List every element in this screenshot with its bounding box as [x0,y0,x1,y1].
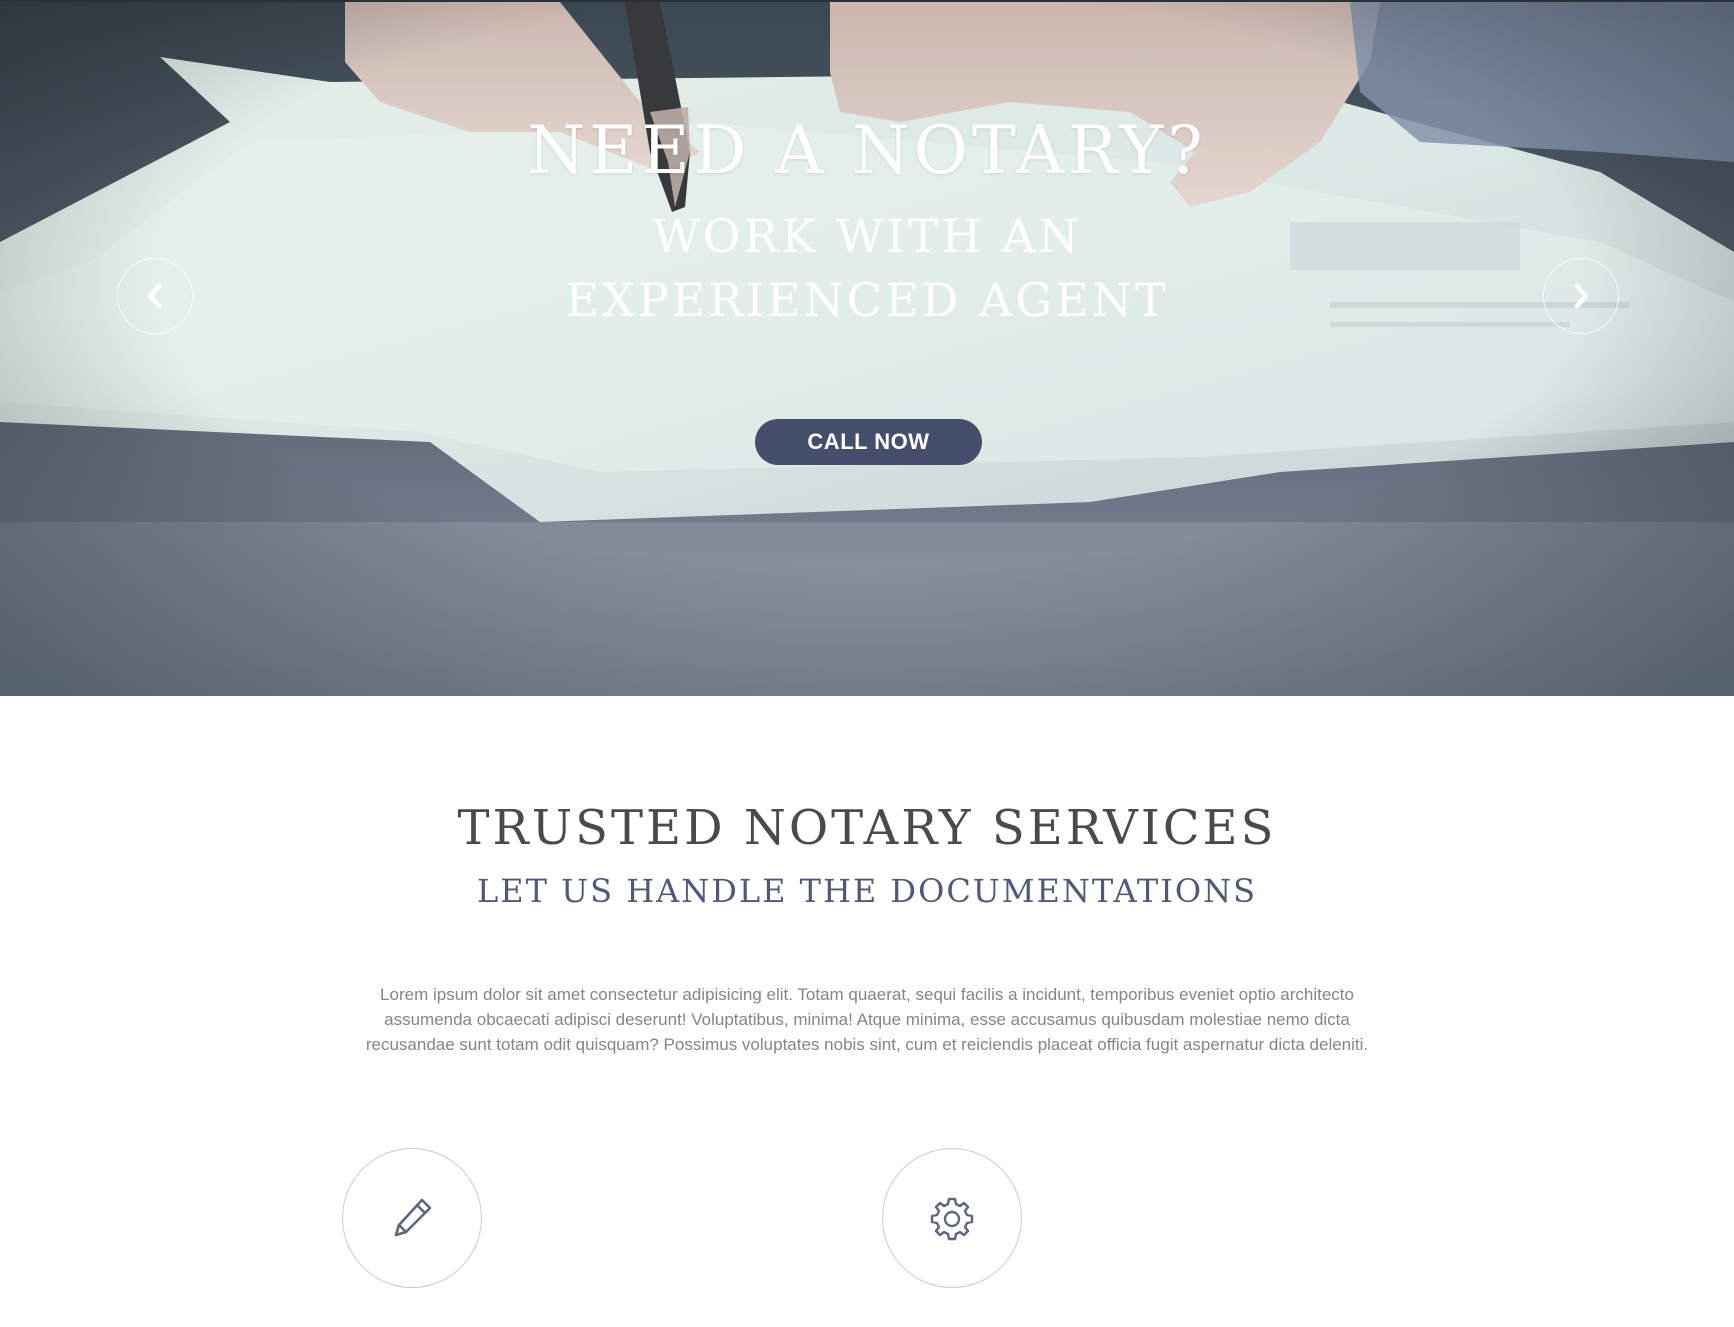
chevron-right-icon [1574,283,1589,309]
chevron-left-icon [147,283,162,309]
slider-prev-button[interactable] [117,258,193,334]
gear-icon [930,1197,974,1241]
services-subtitle: LET US HANDLE THE DOCUMENTATIONS [477,872,1257,910]
hero-slider: NEED A NOTARY? WORK WITH AN EXPERIENCED … [0,0,1734,696]
call-now-button[interactable]: CALL NOW [755,419,982,465]
services-description: Lorem ipsum dolor sit amet consectetur a… [365,985,1369,1054]
hero-subtitle: WORK WITH AN EXPERIENCED AGENT [565,209,1169,327]
hero-title: NEED A NOTARY? [527,112,1207,189]
feature-gear [882,1148,1022,1288]
services-title: TRUSTED NOTARY SERVICES [457,800,1277,856]
hero-background-image [0,2,1734,696]
slider-next-button[interactable] [1543,258,1619,334]
pencil-icon [394,1198,432,1237]
feature-pencil [342,1148,482,1288]
